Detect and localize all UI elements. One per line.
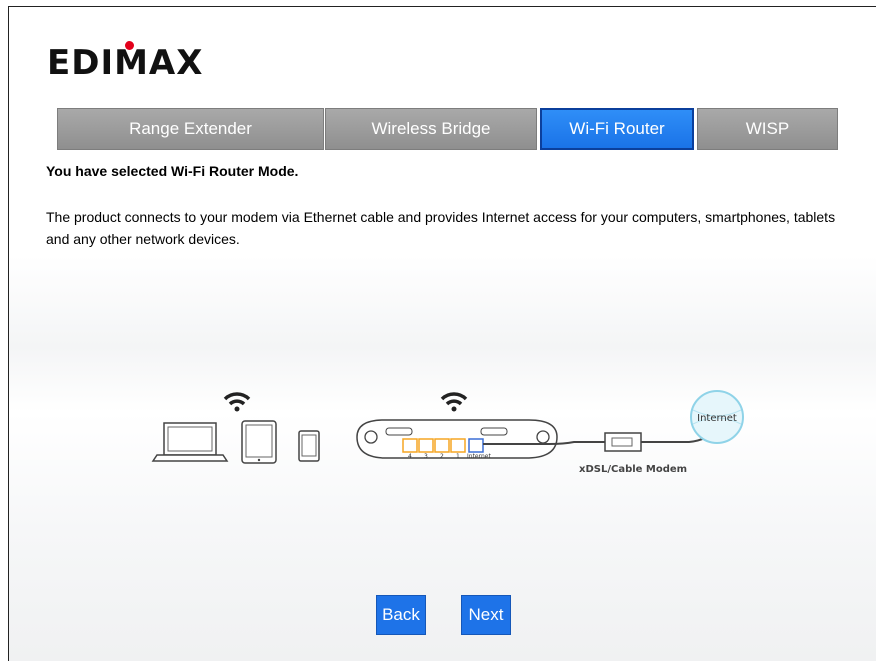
- tab-wisp[interactable]: WISP: [697, 108, 838, 150]
- next-button[interactable]: Next: [461, 595, 511, 635]
- next-button-label: Next: [468, 605, 504, 624]
- mode-tabs: Range Extender Wireless Bridge Wi-Fi Rou…: [57, 108, 838, 150]
- tablet-icon: [241, 420, 277, 464]
- tab-wireless-bridge[interactable]: Wireless Bridge: [325, 108, 537, 150]
- port-label: 3: [424, 453, 428, 460]
- router-icon: 4 3 2 1 Internet: [356, 419, 558, 460]
- logo-dot-icon: [125, 41, 134, 50]
- tab-label: WISP: [745, 119, 790, 138]
- network-diagram: 4 3 2 1 Internet xDSL/Cable Modem Intern…: [151, 390, 744, 475]
- internet-globe-icon: Internet: [690, 390, 744, 444]
- port-label: 2: [440, 453, 444, 460]
- port-label: Internet: [467, 453, 491, 460]
- port-label: 1: [456, 453, 460, 460]
- wifi-icon: [223, 392, 251, 412]
- tab-label: Range Extender: [129, 119, 252, 138]
- tab-wifi-router[interactable]: Wi-Fi Router: [540, 108, 694, 150]
- laptop-icon: [151, 422, 229, 462]
- selected-mode-text: You have selected Wi-Fi Router Mode.: [46, 163, 299, 179]
- internet-label: Internet: [697, 413, 737, 424]
- wifi-icon: [440, 392, 468, 412]
- tab-label: Wireless Bridge: [371, 119, 491, 138]
- back-button-label: Back: [382, 605, 420, 624]
- tab-range-extender[interactable]: Range Extender: [57, 108, 324, 150]
- mode-description: The product connects to your modem via E…: [46, 209, 836, 247]
- wizard-frame: EDIMAX Range Extender Wireless Bridge Wi…: [8, 6, 876, 661]
- back-button[interactable]: Back: [376, 595, 426, 635]
- modem-label: xDSL/Cable Modem: [579, 464, 687, 475]
- tab-label: Wi-Fi Router: [569, 119, 665, 138]
- modem-icon: [604, 432, 642, 452]
- port-label: 4: [408, 453, 412, 460]
- logo-text: EDIMAX: [47, 43, 204, 83]
- smartphone-icon: [298, 430, 320, 462]
- edimax-logo: EDIMAX: [47, 41, 204, 83]
